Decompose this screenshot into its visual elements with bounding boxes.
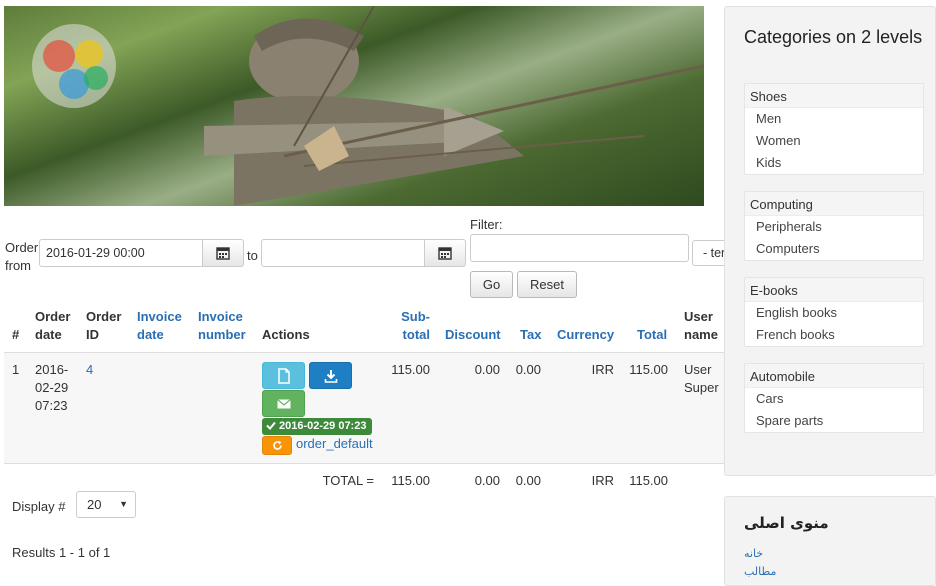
filter-search-input[interactable] bbox=[470, 234, 689, 262]
cell-order-date-part3: 07:23 bbox=[35, 398, 68, 413]
cell-user-first: User bbox=[684, 362, 712, 377]
menu-link-articles[interactable]: مطالب bbox=[744, 565, 776, 578]
col-header-order-date[interactable]: Order date bbox=[35, 308, 77, 344]
calendar-icon bbox=[438, 247, 452, 260]
order-id-link[interactable]: 4 bbox=[86, 361, 93, 379]
document-icon bbox=[277, 367, 290, 384]
category-item[interactable]: Computers bbox=[745, 238, 923, 260]
cell-user-last: Super bbox=[684, 380, 719, 395]
cell-tax: 0.00 bbox=[515, 362, 541, 377]
totals-subtotal: 115.00 bbox=[391, 473, 430, 488]
col-header-discount[interactable]: Discount bbox=[445, 326, 501, 344]
totals-discount: 0.00 bbox=[474, 473, 500, 488]
order-from-label: Order from bbox=[5, 240, 39, 273]
category-item[interactable]: Spare parts bbox=[745, 410, 923, 432]
category-item[interactable]: Women bbox=[745, 130, 923, 152]
category-item[interactable]: French books bbox=[745, 324, 923, 346]
row-divider bbox=[4, 463, 724, 464]
refresh-icon bbox=[272, 440, 282, 450]
menu-link-home[interactable]: خانه bbox=[744, 547, 763, 560]
sent-date-badge: 2016-02-29 07:23 bbox=[262, 418, 372, 435]
category-heading[interactable]: Computing bbox=[745, 192, 923, 216]
category-heading[interactable]: Shoes bbox=[745, 84, 923, 108]
go-button[interactable]: Go bbox=[470, 271, 513, 298]
view-document-button[interactable] bbox=[262, 362, 305, 389]
cell-num: 1 bbox=[12, 362, 20, 377]
order-to-date-input[interactable] bbox=[261, 239, 425, 267]
category-item[interactable]: Cars bbox=[745, 388, 923, 410]
col-header-num: # bbox=[12, 327, 20, 342]
from-calendar-button[interactable] bbox=[202, 239, 244, 267]
col-header-invoice-date[interactable]: Invoice date bbox=[137, 308, 187, 344]
display-count-value: 20 bbox=[87, 497, 102, 512]
col-header-invoice-number[interactable]: Invoice number bbox=[198, 308, 256, 344]
totals-tax: 0.00 bbox=[515, 473, 541, 488]
display-count-select[interactable]: 20 ▼ bbox=[76, 491, 136, 518]
category-heading[interactable]: E-books bbox=[745, 278, 923, 302]
caret-down-icon: ▼ bbox=[119, 499, 128, 509]
to-label: to bbox=[247, 248, 258, 263]
template-link[interactable]: order_default bbox=[296, 435, 373, 453]
cell-total: 115.00 bbox=[629, 362, 668, 377]
category-group-ebooks: E-books English books French books bbox=[744, 277, 924, 347]
col-header-currency[interactable]: Currency bbox=[557, 326, 614, 344]
header-banner-image bbox=[4, 6, 704, 206]
to-calendar-button[interactable] bbox=[424, 239, 466, 267]
col-header-user-name[interactable]: User name bbox=[684, 308, 720, 344]
main-menu-title: منوی اصلی bbox=[744, 514, 829, 532]
category-group-automobile: Automobile Cars Spare parts bbox=[744, 363, 924, 433]
totals-label: TOTAL = bbox=[322, 473, 374, 488]
cell-order-date-part1: 2016- bbox=[35, 362, 69, 377]
cell-currency: IRR bbox=[591, 362, 614, 377]
banner-illustration bbox=[32, 6, 704, 206]
categories-module-title: Categories on 2 levels bbox=[744, 27, 923, 47]
category-item[interactable]: Peripherals bbox=[745, 216, 923, 238]
col-header-order-id[interactable]: Order ID bbox=[86, 308, 126, 344]
download-button[interactable] bbox=[309, 362, 352, 389]
col-header-tax[interactable]: Tax bbox=[520, 326, 541, 344]
display-count-label: Display # bbox=[12, 499, 66, 514]
category-item[interactable]: Men bbox=[745, 108, 923, 130]
envelope-icon bbox=[276, 398, 291, 408]
totals-total: 115.00 bbox=[629, 473, 668, 488]
cell-order-date-part2: 02-29 bbox=[35, 380, 69, 395]
check-icon bbox=[266, 421, 276, 430]
reset-button[interactable]: Reset bbox=[517, 271, 577, 298]
calendar-icon bbox=[216, 247, 230, 260]
status-filter-select[interactable]: - ter bbox=[692, 240, 724, 266]
email-button[interactable] bbox=[262, 390, 305, 417]
category-group-shoes: Shoes Men Women Kids bbox=[744, 83, 924, 175]
sent-date-text: 2016-02-29 07:23 bbox=[279, 420, 367, 432]
cell-discount: 0.00 bbox=[474, 362, 500, 377]
totals-currency: IRR bbox=[591, 473, 614, 488]
download-icon bbox=[324, 369, 337, 383]
category-item[interactable]: English books bbox=[745, 302, 923, 324]
col-header-actions: Actions bbox=[262, 327, 310, 342]
filter-label: Filter: bbox=[470, 217, 503, 232]
col-header-total[interactable]: Total bbox=[637, 326, 667, 344]
category-group-computing: Computing Peripherals Computers bbox=[744, 191, 924, 261]
order-from-date-input[interactable]: 2016-01-29 00:00 bbox=[39, 239, 203, 267]
category-item[interactable]: Kids bbox=[745, 152, 923, 174]
cell-subtotal: 115.00 bbox=[391, 362, 430, 377]
resend-button[interactable] bbox=[262, 436, 292, 455]
category-heading[interactable]: Automobile bbox=[745, 364, 923, 388]
results-counter: Results 1 - 1 of 1 bbox=[12, 545, 111, 560]
col-header-subtotal[interactable]: Sub-total bbox=[390, 308, 430, 344]
